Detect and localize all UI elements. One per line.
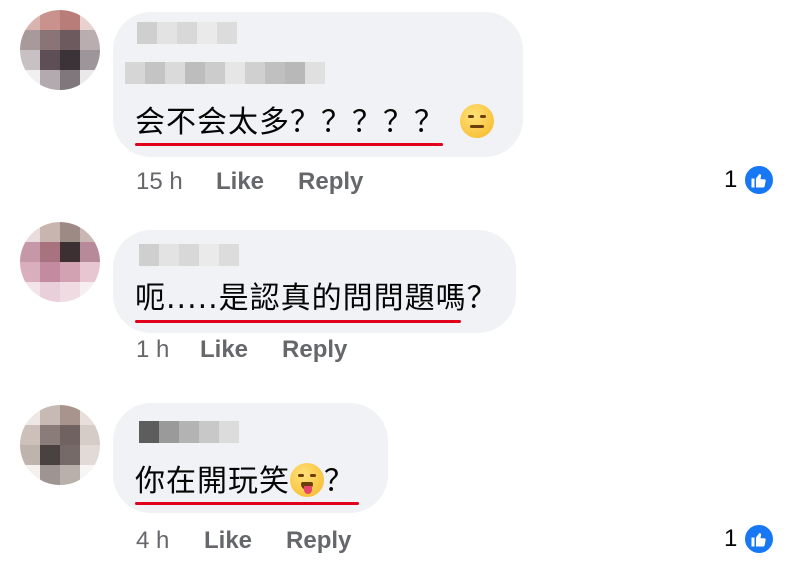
like-button[interactable]: Like <box>216 168 264 196</box>
reaction-count: 1 <box>724 166 738 193</box>
like-button[interactable]: Like <box>204 527 252 555</box>
reaction-summary[interactable]: 1 <box>724 523 776 555</box>
avatar[interactable] <box>20 405 100 485</box>
comment-text: 你在開玩笑 ？ <box>135 463 355 501</box>
comment-2: 呃.....是認真的問問題嗎？ 1 h Like Reply <box>0 220 800 380</box>
timestamp[interactable]: 15 h <box>136 168 216 196</box>
comment-actions: 4 h Like Reply <box>136 527 385 555</box>
raised-eyebrow-emoji-icon <box>459 104 494 138</box>
avatar[interactable] <box>20 222 100 302</box>
author-subtitle-blurred <box>125 62 325 84</box>
like-button[interactable]: Like <box>200 336 248 364</box>
reply-button[interactable]: Reply <box>298 168 363 196</box>
reply-button[interactable]: Reply <box>286 527 351 555</box>
reaction-summary[interactable]: 1 <box>724 164 776 196</box>
author-name-blurred[interactable] <box>137 22 237 44</box>
thumbs-up-icon <box>743 523 776 555</box>
comment-3: 你在開玩笑 ？ 4 h Like Reply 1 <box>0 395 800 578</box>
squinting-tongue-emoji-icon <box>290 463 324 497</box>
comment-text-content: 呃.....是認真的問問題嗎？ <box>135 281 498 316</box>
author-name-blurred[interactable] <box>139 244 239 266</box>
comment-text-suffix: ？ <box>324 464 355 499</box>
comment-bubble: 呃.....是認真的問問題嗎？ <box>113 230 516 333</box>
red-underline <box>135 320 461 323</box>
timestamp[interactable]: 1 h <box>136 336 200 364</box>
comment-text: 呃.....是認真的問問題嗎？ <box>135 280 498 318</box>
avatar[interactable] <box>20 10 100 90</box>
comment-text: 会不会太多？？？？？ <box>135 104 494 142</box>
author-name-blurred[interactable] <box>139 421 239 443</box>
thumbs-up-icon <box>743 164 776 196</box>
red-underline <box>135 143 443 146</box>
comment-actions: 15 h Like Reply <box>136 168 397 196</box>
comment-bubble: 会不会太多？？？？？ <box>113 12 523 157</box>
reply-button[interactable]: Reply <box>282 336 347 364</box>
comment-text-content: 你在開玩笑 <box>135 464 290 499</box>
comment-actions: 1 h Like Reply <box>136 336 381 364</box>
red-underline <box>135 502 359 505</box>
timestamp[interactable]: 4 h <box>136 527 204 555</box>
reaction-count: 1 <box>724 525 738 552</box>
comment-bubble: 你在開玩笑 ？ <box>113 403 388 513</box>
comment-text-content: 会不会太多？？？？？ <box>135 105 445 140</box>
comment-1: 会不会太多？？？？？ 15 h Like Reply 1 <box>0 0 800 200</box>
